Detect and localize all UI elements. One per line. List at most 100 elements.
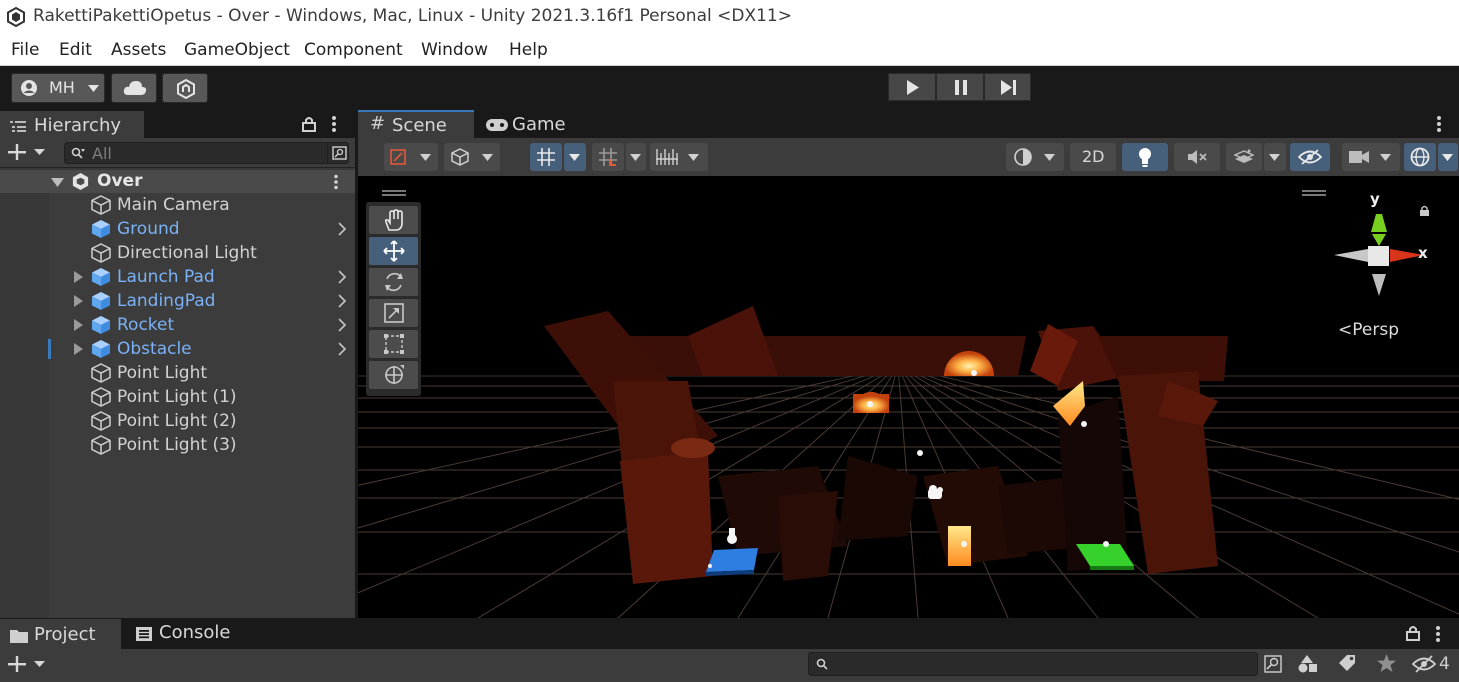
hierarchy-item-main-camera[interactable]: Main Camera <box>0 193 355 217</box>
increment-snap-dropdown[interactable] <box>626 143 646 171</box>
project-kebab-icon[interactable] <box>1435 625 1441 643</box>
hierarchy-search-input[interactable]: All <box>64 142 349 164</box>
hierarchy-item-directional-light[interactable]: Directional Light <box>0 241 355 265</box>
tool-settings-dropdown[interactable] <box>384 143 438 171</box>
prefab-cube-icon <box>92 292 110 310</box>
scale-tool-button[interactable] <box>369 299 418 327</box>
effects-dropdown[interactable] <box>1264 143 1286 171</box>
toggle-2d-button[interactable]: 2D <box>1070 143 1116 171</box>
kebab-menu-icon[interactable] <box>331 115 337 133</box>
hierarchy-item-point-light[interactable]: Point Light <box>0 361 355 385</box>
filter-by-type-icon[interactable] <box>1298 654 1318 674</box>
open-prefab-chevron-icon[interactable] <box>338 222 347 236</box>
camera-settings-dropdown[interactable] <box>1342 143 1400 171</box>
hierarchy-item-point-light-1[interactable]: Point Light (1) <box>0 385 355 409</box>
launch-pad <box>706 548 758 572</box>
lock-icon[interactable] <box>302 116 316 132</box>
project-create-icon[interactable] <box>8 656 46 672</box>
hierarchy-item-label: Point Light <box>117 363 208 383</box>
rect-tool-button[interactable] <box>369 330 418 358</box>
tab-hierarchy[interactable]: Hierarchy <box>0 111 144 138</box>
hierarchy-item-landingpad[interactable]: LandingPad <box>0 289 355 313</box>
hand-tool-button[interactable] <box>369 206 418 234</box>
effects-toggle[interactable] <box>1226 143 1262 171</box>
scene-viewport[interactable]: y x <Persp <box>358 176 1459 618</box>
global-local-dropdown[interactable] <box>444 143 500 171</box>
scene-kebab-menu-icon[interactable] <box>1436 115 1442 133</box>
filter-by-label-icon[interactable] <box>1338 654 1356 672</box>
search-by-type-icon <box>1264 655 1282 673</box>
lighting-toggle[interactable] <box>1122 143 1168 171</box>
transform-tool-button[interactable] <box>369 361 418 389</box>
rotate-tool-button[interactable] <box>369 268 418 296</box>
open-prefab-chevron-icon[interactable] <box>338 270 347 284</box>
scene-visibility-toggle[interactable] <box>1290 143 1330 171</box>
tab-scene[interactable]: # Scene <box>358 110 474 138</box>
pause-button[interactable] <box>936 73 984 101</box>
create-add-icon[interactable] <box>8 144 46 160</box>
gamepad-icon <box>486 119 508 131</box>
hierarchy-item-obstacle[interactable]: Obstacle <box>0 337 355 361</box>
tab-project[interactable]: Project <box>0 619 121 649</box>
open-prefab-chevron-icon[interactable] <box>338 342 347 356</box>
grid-snapping-toggle[interactable] <box>530 143 562 171</box>
project-search-input[interactable] <box>808 652 1258 676</box>
chevron-down-icon <box>1044 154 1055 161</box>
orientation-overlay-handle[interactable] <box>1302 190 1326 192</box>
projection-label[interactable]: <Persp <box>1338 320 1399 340</box>
gameobject-cube-icon <box>91 387 111 407</box>
step-button[interactable] <box>984 73 1031 101</box>
tools-overlay-handle[interactable] <box>382 190 406 192</box>
hierarchy-item-rocket[interactable]: Rocket <box>0 313 355 337</box>
collab-button[interactable] <box>162 73 208 103</box>
expand-arrow-icon[interactable] <box>74 343 83 355</box>
increment-snap-toggle[interactable] <box>592 143 624 171</box>
menu-assets[interactable]: Assets <box>111 40 166 60</box>
audio-toggle[interactable] <box>1174 143 1220 171</box>
expand-arrow-icon[interactable] <box>74 271 83 283</box>
search-by-type-button[interactable] <box>327 143 350 163</box>
favorites-star-icon[interactable] <box>1377 654 1396 672</box>
tab-console[interactable]: Console <box>128 619 248 649</box>
project-lock-icon[interactable] <box>1406 625 1420 641</box>
expand-arrow-icon[interactable] <box>74 295 83 307</box>
expand-arrow-icon[interactable] <box>51 178 64 187</box>
gizmos-dropdown[interactable] <box>1438 143 1458 171</box>
console-icon <box>136 627 152 641</box>
menu-help[interactable]: Help <box>509 40 548 60</box>
scene-root-row[interactable]: Over <box>0 170 355 193</box>
account-dropdown[interactable]: MH <box>11 73 105 103</box>
gizmos-toggle[interactable] <box>1404 143 1436 171</box>
hidden-packages-eye-icon[interactable] <box>1412 655 1436 673</box>
play-button[interactable] <box>888 73 936 101</box>
open-prefab-chevron-icon[interactable] <box>338 318 347 332</box>
hierarchy-item-ground[interactable]: Ground <box>0 217 355 241</box>
grid-snapping-dropdown[interactable] <box>564 143 586 171</box>
hierarchy-item-point-light-2[interactable]: Point Light (2) <box>0 409 355 433</box>
move-tool-button[interactable] <box>369 237 418 265</box>
toggle-2d-label: 2D <box>1082 147 1105 166</box>
open-prefab-chevron-icon[interactable] <box>338 294 347 308</box>
cloud-button[interactable] <box>111 73 157 103</box>
menu-edit[interactable]: Edit <box>59 40 92 60</box>
menu-gameobject[interactable]: GameObject <box>184 40 290 60</box>
hierarchy-item-label: Rocket <box>117 315 175 335</box>
menu-file[interactable]: File <box>11 40 39 60</box>
hierarchy-item-launch-pad[interactable]: Launch Pad <box>0 265 355 289</box>
menu-window[interactable]: Window <box>421 40 488 60</box>
window-title: RakettiPakettiOpetus - Over - Windows, M… <box>33 6 792 26</box>
project-search-by-type-button[interactable] <box>1262 653 1284 675</box>
draw-mode-dropdown[interactable] <box>1006 143 1064 171</box>
cloud-icon <box>123 81 147 95</box>
expand-arrow-icon[interactable] <box>74 319 83 331</box>
gizmo-lock-icon[interactable] <box>1419 205 1430 216</box>
gameobject-cube-icon <box>91 195 111 215</box>
scene-kebab-icon[interactable] <box>333 174 339 190</box>
scene-tab-label: Scene <box>392 115 447 136</box>
hierarchy-item-point-light-3[interactable]: Point Light (3) <box>0 433 355 457</box>
tab-game[interactable]: Game <box>480 110 580 138</box>
orientation-gizmo[interactable] <box>1330 194 1428 304</box>
menu-component[interactable]: Component <box>304 40 403 60</box>
snap-settings-dropdown[interactable] <box>650 143 708 171</box>
hierarchy-item-label: Point Light (3) <box>117 435 237 455</box>
